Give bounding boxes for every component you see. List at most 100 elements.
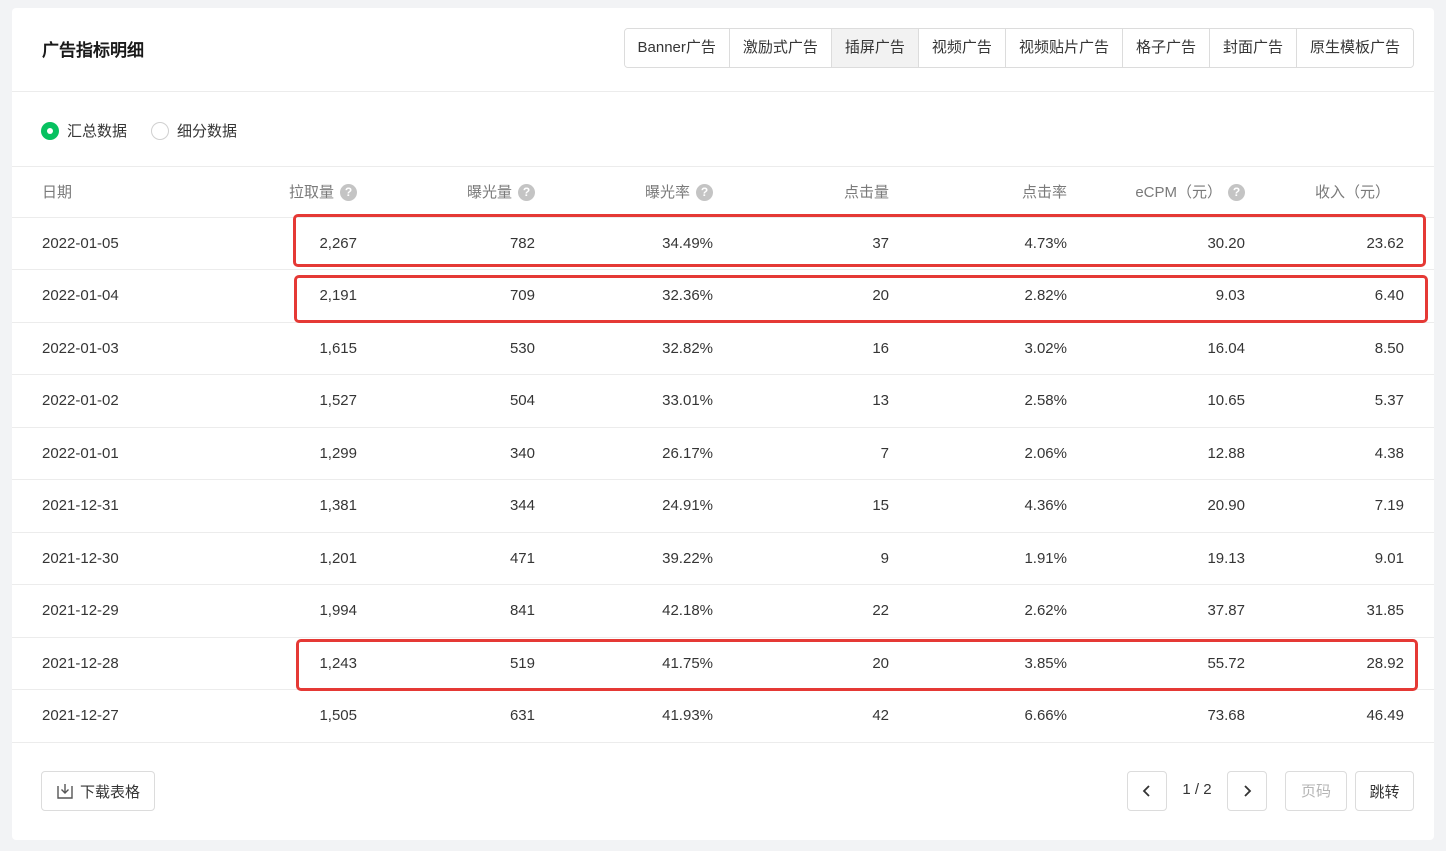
col-clicks: 点击量 <box>713 167 889 218</box>
cell-clicks: 42 <box>713 689 889 743</box>
jump-button[interactable]: 跳转 <box>1355 771 1414 811</box>
cell-requests: 1,994 <box>162 584 357 638</box>
cell-revenue: 4.38 <box>1245 427 1434 480</box>
cell-clicks: 9 <box>713 532 889 585</box>
table-row: 2022-01-01 1,299 340 26.17% 7 2.06% 12.88 4.38 <box>12 427 1434 480</box>
cell-ctr: 3.02% <box>889 322 1067 375</box>
cell-impression-rate: 24.91% <box>535 479 713 533</box>
table-row: 2022-01-04 2,191 709 32.36% 20 2.82% 9.03 6.40 <box>12 269 1434 323</box>
cell-ctr: 1.91% <box>889 532 1067 585</box>
help-icon[interactable]: ? <box>696 184 713 202</box>
table-row: 2021-12-30 1,201 471 39.22% 9 1.91% 19.13 9.01 <box>12 532 1434 585</box>
ad-type-tabs: Banner广告 激励式广告 插屏广告 视频广告 视频贴片广告 格子广告 封面广… <box>623 28 1414 68</box>
cell-ecpm: 55.72 <box>1067 637 1245 690</box>
cell-impressions: 504 <box>357 374 535 428</box>
summary-data-label: 汇总数据 <box>67 123 128 140</box>
cell-impressions: 530 <box>357 322 535 375</box>
cell-impressions: 344 <box>357 479 535 533</box>
table-row: 2021-12-28 1,243 519 41.75% 20 3.85% 55.72 28.9… <box>12 637 1434 690</box>
chevron-left-icon <box>1142 785 1150 797</box>
cell-impression-rate: 41.93% <box>535 689 713 743</box>
tab-cover[interactable]: 封面广告 <box>1208 29 1296 67</box>
cell-impressions: 340 <box>357 427 535 480</box>
col-date-label: 日期 <box>42 184 73 202</box>
cell-revenue: 7.19 <box>1245 479 1434 533</box>
cell-revenue: 6.40 <box>1245 269 1434 323</box>
tab-rewarded[interactable]: 激励式广告 <box>728 29 831 67</box>
detail-data-radio[interactable]: 细分数据 <box>151 120 237 141</box>
table-row: 2022-01-05 2,267 782 34.49% 37 4.73% 30.20 23.6… <box>12 217 1434 270</box>
tab-video[interactable]: 视频广告 <box>917 29 1005 67</box>
next-page-button[interactable] <box>1227 771 1267 811</box>
cell-impressions: 782 <box>357 217 535 270</box>
cell-date: 2021-12-31 <box>12 479 162 533</box>
download-icon <box>57 784 73 799</box>
tab-grid[interactable]: 格子广告 <box>1121 29 1209 67</box>
cell-date: 2022-01-04 <box>12 269 162 323</box>
page-number-input[interactable] <box>1285 771 1347 811</box>
cell-ecpm: 16.04 <box>1067 322 1245 375</box>
cell-date: 2021-12-29 <box>12 584 162 638</box>
cell-impressions: 709 <box>357 269 535 323</box>
card-header: 广告指标明细 Banner广告 激励式广告 插屏广告 视频广告 视频贴片广告 格… <box>12 8 1434 92</box>
col-impressions-label: 曝光量 <box>466 184 512 202</box>
col-revenue: 收入（元） <box>1245 167 1434 218</box>
help-icon[interactable]: ? <box>518 184 535 202</box>
cell-requests: 2,191 <box>162 269 357 323</box>
cell-requests: 1,299 <box>162 427 357 480</box>
cell-date: 2022-01-02 <box>12 374 162 428</box>
prev-page-button[interactable] <box>1127 771 1167 811</box>
cell-requests: 1,201 <box>162 532 357 585</box>
download-table-button[interactable]: 下载表格 <box>41 771 155 811</box>
help-icon[interactable]: ? <box>1228 184 1245 202</box>
cell-requests: 1,615 <box>162 322 357 375</box>
cell-ecpm: 10.65 <box>1067 374 1245 428</box>
cell-impression-rate: 33.01% <box>535 374 713 428</box>
cell-clicks: 15 <box>713 479 889 533</box>
metrics-table: 日期 拉取量? 曝光量? 曝光率? 点击量 点击率 eCPM（元）? 收入（元）… <box>12 167 1434 743</box>
cell-revenue: 31.85 <box>1245 584 1434 638</box>
col-impressions: 曝光量? <box>357 167 535 218</box>
cell-clicks: 37 <box>713 217 889 270</box>
cell-revenue: 9.01 <box>1245 532 1434 585</box>
cell-ctr: 2.06% <box>889 427 1067 480</box>
page-indicator: 1 / 2 <box>1182 781 1212 798</box>
col-requests: 拉取量? <box>162 167 357 218</box>
tab-native-template[interactable]: 原生模板广告 <box>1295 29 1413 67</box>
table-body: 2022-01-05 2,267 782 34.49% 37 4.73% 30.20 23.6… <box>12 217 1434 743</box>
tab-interstitial[interactable]: 插屏广告 <box>830 29 918 67</box>
cell-clicks: 22 <box>713 584 889 638</box>
cell-revenue: 46.49 <box>1245 689 1434 743</box>
cell-date: 2022-01-03 <box>12 322 162 375</box>
cell-ctr: 2.62% <box>889 584 1067 638</box>
col-revenue-label: 收入（元） <box>1314 184 1390 202</box>
tab-banner[interactable]: Banner广告 <box>624 29 729 67</box>
col-date: 日期 <box>12 167 162 218</box>
cell-ctr: 3.85% <box>889 637 1067 690</box>
download-label: 下载表格 <box>79 783 140 801</box>
cell-impressions: 841 <box>357 584 535 638</box>
cell-date: 2021-12-30 <box>12 532 162 585</box>
table-row: 2021-12-31 1,381 344 24.91% 15 4.36% 20.90 7.19 <box>12 479 1434 533</box>
table-row: 2022-01-02 1,527 504 33.01% 13 2.58% 10.65 5.37 <box>12 374 1434 428</box>
cell-revenue: 8.50 <box>1245 322 1434 375</box>
cell-impressions: 471 <box>357 532 535 585</box>
cell-requests: 1,381 <box>162 479 357 533</box>
cell-ctr: 4.73% <box>889 217 1067 270</box>
chevron-right-icon <box>1244 785 1252 797</box>
cell-impression-rate: 41.75% <box>535 637 713 690</box>
cell-impression-rate: 34.49% <box>535 217 713 270</box>
cell-ecpm: 12.88 <box>1067 427 1245 480</box>
tab-video-preroll[interactable]: 视频贴片广告 <box>1004 29 1122 67</box>
summary-data-radio[interactable]: 汇总数据 <box>41 120 127 141</box>
radio-checked-icon <box>41 121 59 140</box>
help-icon[interactable]: ? <box>340 184 357 202</box>
cell-impression-rate: 42.18% <box>535 584 713 638</box>
cell-clicks: 16 <box>713 322 889 375</box>
col-requests-label: 拉取量 <box>288 184 334 202</box>
cell-ecpm: 19.13 <box>1067 532 1245 585</box>
page-title: 广告指标明细 <box>42 41 144 60</box>
table-footer: 下载表格 1 / 2 跳转 <box>12 743 1434 840</box>
cell-impressions: 631 <box>357 689 535 743</box>
col-ecpm: eCPM（元）? <box>1067 167 1245 218</box>
